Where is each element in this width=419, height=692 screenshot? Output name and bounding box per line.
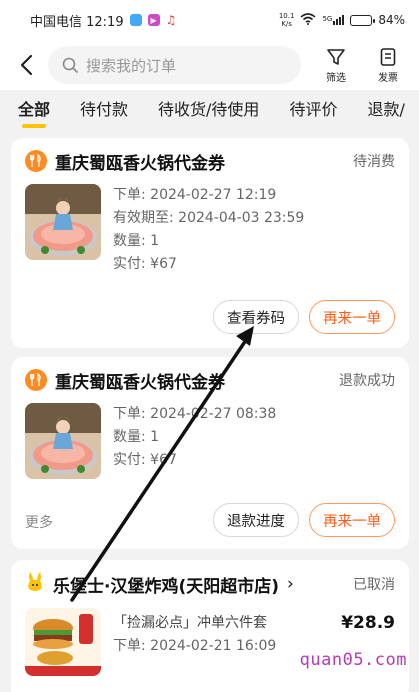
tab-refund[interactable]: 退款/: [367, 96, 404, 126]
order-header: 乐堡士·汉堡炸鸡(天阳超市店) › 已取消: [11, 560, 409, 608]
paid-amount: 实付: ¥67: [113, 256, 177, 272]
signal-icon: 5G: [322, 15, 345, 25]
order-time: 下单: 2024-02-27 08:38: [113, 406, 277, 422]
order-card[interactable]: 重庆蜀瓯香火锅代金券 退款成功 下单: 2024-02-27 08:38 数量:…: [11, 357, 409, 549]
battery-text: 84%: [378, 13, 405, 27]
shop-name[interactable]: 乐堡士·汉堡炸鸡(天阳超市店): [53, 572, 279, 597]
product-image[interactable]: [25, 608, 101, 676]
battery-icon: [350, 14, 376, 26]
video-app-icon: ▶: [147, 14, 160, 26]
shop-name[interactable]: 重庆蜀瓯香火锅代金券: [55, 368, 225, 393]
order-card[interactable]: 乐堡士·汉堡炸鸡(天阳超市店) › 已取消 「捡漏必点」冲单六件套 ¥28.9 …: [11, 560, 409, 692]
filter-icon: [327, 48, 345, 65]
product-name: 「捡漏必点」冲单六件套: [113, 615, 267, 631]
tab-all[interactable]: 全部: [18, 96, 50, 128]
reorder-button[interactable]: 再来一单: [309, 503, 395, 537]
order-header: 重庆蜀瓯香火锅代金券 待消费: [11, 138, 409, 184]
tab-pending-payment[interactable]: 待付款: [80, 96, 128, 126]
food-icon: [25, 150, 47, 172]
wifi-icon: [300, 12, 316, 28]
paid-amount: 实付: ¥67: [113, 452, 177, 468]
view-coupon-code-button[interactable]: 查看券码: [213, 300, 299, 334]
tab-pending-review[interactable]: 待评价: [289, 96, 337, 126]
valid-until: 有效期至: 2024-04-03 23:59: [113, 210, 305, 226]
search-row: 搜索我的订单 筛选 发票: [0, 40, 419, 90]
more-button[interactable]: 更多: [25, 512, 53, 532]
back-button[interactable]: [14, 50, 38, 80]
filter-label: 筛选: [326, 72, 346, 84]
product-image[interactable]: [25, 184, 101, 260]
search-input[interactable]: 搜索我的订单: [48, 46, 301, 84]
order-status: 已取消: [353, 577, 395, 593]
order-status: 待消费: [353, 154, 395, 170]
shop-name[interactable]: 重庆蜀瓯香火锅代金券: [55, 149, 225, 174]
top-area: 中国电信 12:19 ▶ ♫ 10.1 K/s 5G 84% 搜索我的订单 筛选…: [0, 0, 419, 90]
search-placeholder: 搜索我的订单: [86, 56, 177, 75]
reorder-button[interactable]: 再来一单: [309, 300, 395, 334]
order-time: 下单: 2024-02-27 12:19: [113, 187, 277, 203]
filter-button[interactable]: 筛选: [315, 47, 357, 84]
tab-pending-receipt[interactable]: 待收货/待使用: [158, 96, 259, 126]
invoice-button[interactable]: 发票: [367, 47, 409, 84]
carrier-time: 中国电信 12:19: [30, 14, 124, 30]
chevron-left-icon: [20, 54, 33, 76]
order-price: ¥28.9: [341, 613, 395, 633]
app-notification-icon: [129, 14, 142, 26]
net-speed: 10.1 K/s: [278, 12, 295, 28]
invoice-label: 发票: [378, 72, 398, 84]
watermark: quan05.com: [299, 650, 407, 670]
quantity: 数量: 1: [113, 429, 160, 445]
order-card[interactable]: 重庆蜀瓯香火锅代金券 待消费 下单: 2024-02-27 12:19 有效期至…: [11, 138, 409, 348]
refund-progress-button[interactable]: 退款进度: [213, 503, 299, 537]
order-tabs: 全部 待付款 待收货/待使用 待评价 退款/: [0, 90, 419, 130]
rabbit-logo-icon: [25, 571, 45, 598]
music-icon: ♫: [165, 13, 177, 27]
order-status: 退款成功: [339, 373, 395, 389]
order-header: 重庆蜀瓯香火锅代金券 退款成功: [11, 357, 409, 403]
search-icon: [62, 57, 78, 73]
status-bar: 中国电信 12:19 ▶ ♫ 10.1 K/s 5G 84%: [0, 0, 419, 40]
quantity: 数量: 1: [113, 233, 160, 249]
food-icon: [25, 369, 47, 391]
invoice-icon: [380, 47, 396, 66]
chevron-right-icon: ›: [287, 574, 294, 594]
product-image[interactable]: [25, 403, 101, 479]
